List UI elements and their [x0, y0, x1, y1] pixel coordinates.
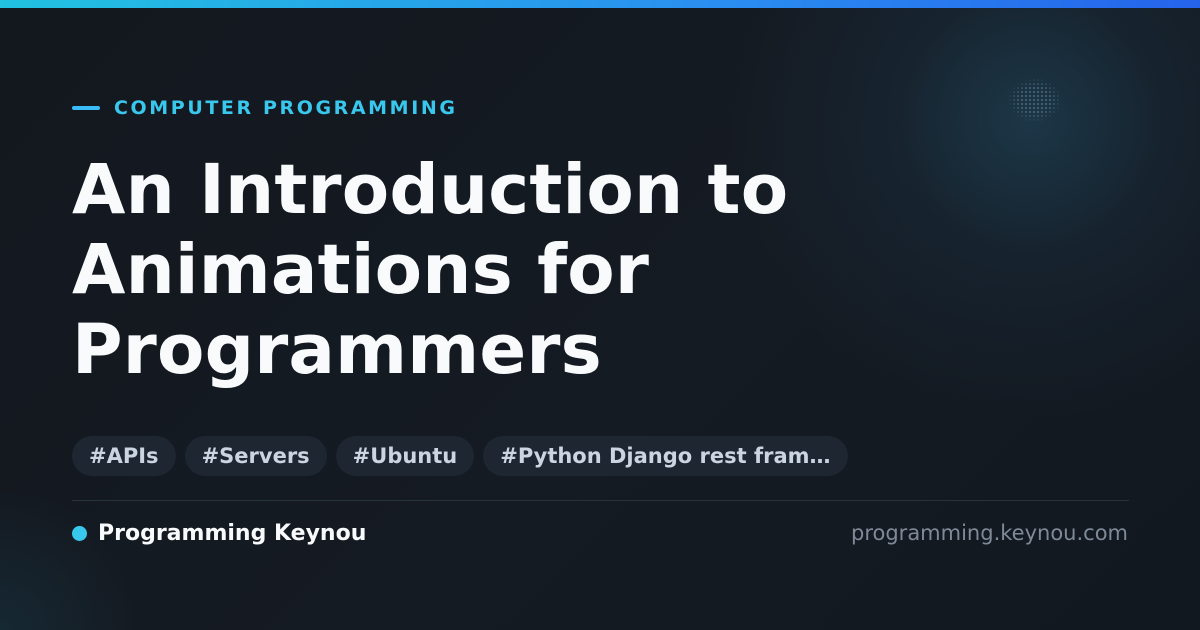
category-text: COMPUTER PROGRAMMING [114, 97, 458, 119]
accent-dash-icon [72, 106, 100, 110]
brand-name: Programming Keynou [98, 520, 367, 546]
title-line: Animations for [72, 230, 650, 310]
brand-dot-icon [72, 525, 87, 541]
title-line: An Introduction to [72, 150, 789, 230]
site-url[interactable]: programming.keynou.com [851, 518, 1128, 548]
tag-ubuntu[interactable]: #Ubuntu [335, 436, 475, 476]
share-card: COMPUTER PROGRAMMING An Introduction to … [0, 0, 1200, 630]
tag-python-django[interactable]: #Python Django rest fram… [483, 436, 848, 476]
divider [72, 500, 1129, 501]
page-title: An Introduction to Animations for Progra… [72, 150, 972, 390]
tag-servers[interactable]: #Servers [184, 436, 327, 476]
title-line: Programmers [72, 310, 602, 390]
accent-top-bar [0, 0, 1200, 8]
category-label: COMPUTER PROGRAMMING [72, 96, 458, 120]
tag-apis[interactable]: #APIs [72, 436, 176, 476]
tag-list: #APIs #Servers #Ubuntu #Python Django re… [72, 436, 848, 476]
brand: Programming Keynou [72, 518, 366, 548]
decorative-dot-pattern [1008, 78, 1062, 122]
